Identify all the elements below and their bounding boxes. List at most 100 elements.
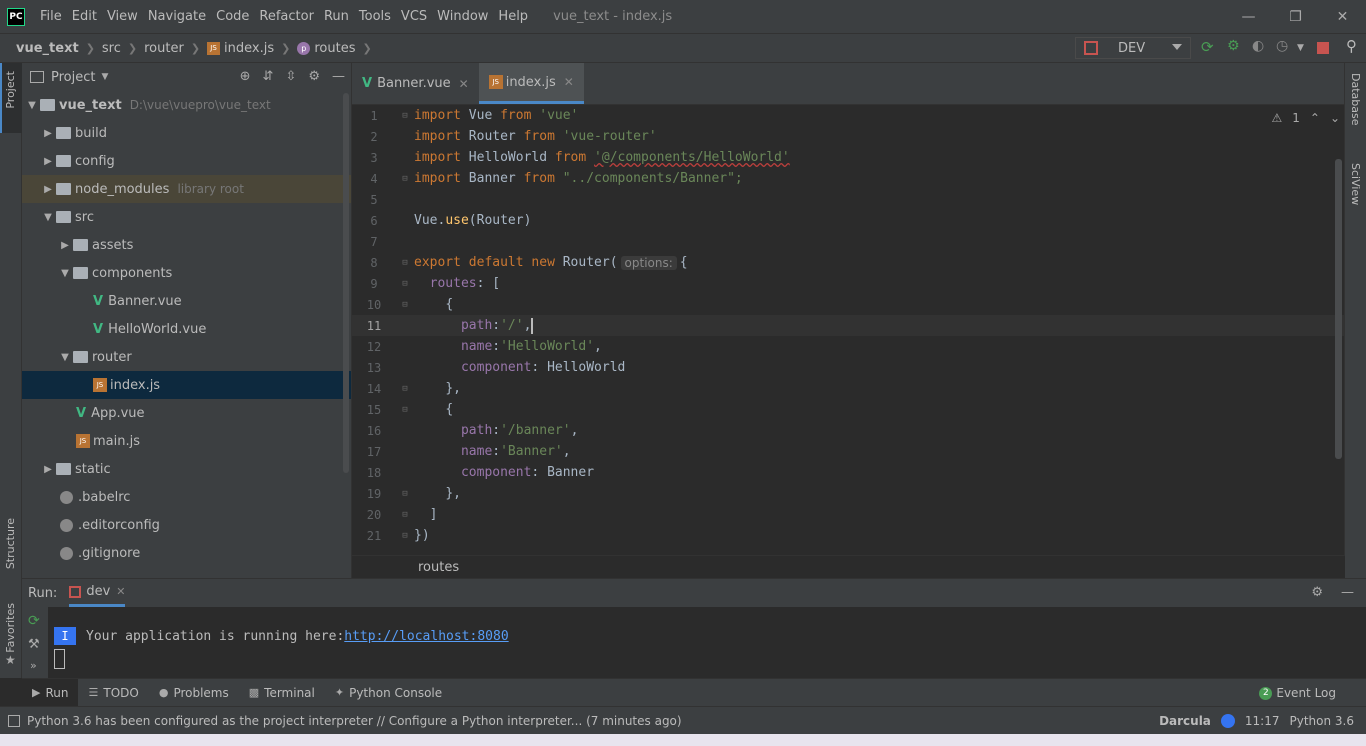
chevron-right-icon[interactable]: ▶ [57, 240, 73, 251]
breadcrumb-project[interactable]: vue_text [16, 41, 79, 56]
inspection-widget[interactable]: ⚠ 1 ⌃ ⌄ [1271, 111, 1340, 125]
code-line: 1 ⊟ import Vue from 'vue' [370, 108, 579, 123]
structure-tool-tab[interactable]: Structure [4, 518, 17, 569]
tree-item-config[interactable]: ▶ config [22, 147, 351, 175]
tree-item-assets[interactable]: ▶ assets [22, 231, 351, 259]
project-view-select[interactable]: Project [51, 70, 95, 85]
menu-help[interactable]: Help [493, 9, 533, 24]
hide-icon[interactable]: — [1341, 585, 1354, 600]
menu-vcs[interactable]: VCS [396, 9, 432, 24]
tree-item-src[interactable]: ▼ src [22, 203, 351, 231]
menu-view[interactable]: View [102, 9, 143, 24]
breadcrumb-routes[interactable]: routes [314, 41, 355, 56]
tab-banner-vue[interactable]: V Banner.vue ✕ [352, 63, 479, 104]
toggle-icon[interactable] [1220, 714, 1235, 728]
debug-icon[interactable]: ⚙ [1227, 38, 1241, 54]
close-icon[interactable]: ✕ [116, 585, 125, 598]
stop-icon[interactable] [1317, 42, 1329, 54]
rerun-icon[interactable]: ⟳ [1201, 38, 1215, 56]
editor-scrollbar[interactable] [1335, 159, 1342, 459]
code-line: 17 name: 'Banner', [366, 444, 571, 459]
console-output[interactable]: I Your application is running here: http… [54, 627, 509, 645]
event-log-button[interactable]: 2 Event Log [1259, 679, 1336, 707]
tree-item-node-modules[interactable]: ▶ node_modules library root [22, 175, 351, 203]
chevron-down-icon[interactable]: ▼ [57, 352, 73, 363]
menu-run[interactable]: Run [319, 9, 354, 24]
close-icon[interactable]: ✕ [459, 77, 469, 91]
expand-all-icon[interactable]: ⇵ [263, 69, 274, 84]
tree-item-static[interactable]: ▶ static [22, 455, 351, 483]
more-icon[interactable]: » [30, 659, 37, 672]
favorites-tool-tab[interactable]: Favorites [4, 603, 17, 653]
chevron-right-icon[interactable]: ▶ [40, 184, 56, 195]
settings-icon[interactable]: ⚙ [1311, 585, 1323, 600]
menu-code[interactable]: Code [211, 9, 254, 24]
close-icon[interactable]: ✕ [1319, 0, 1366, 33]
tree-item-app-vue[interactable]: V App.vue [22, 399, 351, 427]
editor-breadcrumb[interactable]: routes [352, 555, 1345, 578]
chevron-right-icon[interactable]: ▶ [40, 156, 56, 167]
tree-item-gitignore[interactable]: .gitignore [22, 539, 351, 567]
tree-item-babelrc[interactable]: .babelrc [22, 483, 351, 511]
js-file-icon: JS [76, 434, 90, 448]
code-editor[interactable]: 1 ⊟ import Vue from 'vue' 2 import Router f… [352, 105, 1345, 555]
sciview-tool-tab[interactable]: SciView [1349, 163, 1362, 205]
menu-edit[interactable]: Edit [67, 9, 102, 24]
search-icon[interactable]: ⚲ [1346, 37, 1360, 55]
project-tool-tab[interactable]: Project [4, 71, 17, 109]
chevron-down-icon[interactable]: ▼ [1297, 43, 1311, 57]
tree-item-main-js[interactable]: JS main.js [22, 427, 351, 455]
next-highlight-icon[interactable]: ⌄ [1330, 111, 1340, 125]
tool-tab-todo[interactable]: ☰ TODO [78, 679, 148, 707]
tool-tab-problems[interactable]: ● Problems [149, 679, 239, 707]
previous-highlight-icon[interactable]: ⌃ [1310, 111, 1320, 125]
tool-tab-run[interactable]: ▶ Run [22, 678, 79, 707]
tool-tab-terminal[interactable]: ▩ Terminal [239, 679, 325, 707]
run-configuration-select[interactable]: DEV [1075, 37, 1191, 59]
tab-index-js[interactable]: JS index.js ✕ [478, 63, 584, 104]
tree-item-vue-text[interactable]: ▼ vue_text D:\vue\vuepro\vue_text [22, 91, 351, 119]
theme-label[interactable]: Darcula [1159, 714, 1211, 728]
tree-item-index-js[interactable]: JS index.js [22, 371, 351, 399]
chevron-right-icon[interactable]: ▶ [40, 128, 56, 139]
status-message[interactable]: Python 3.6 has been configured as the pr… [27, 714, 682, 728]
breadcrumb-file[interactable]: index.js [224, 41, 274, 56]
settings-icon[interactable]: ⚙ [308, 69, 320, 84]
chevron-right-icon[interactable]: ▶ [40, 464, 56, 475]
tree-item-build[interactable]: ▶ build [22, 119, 351, 147]
minimize-icon[interactable]: — [1225, 0, 1272, 33]
toggle-tool-windows-icon[interactable] [8, 714, 20, 727]
run-label: Run: [28, 585, 58, 601]
run-tab-dev[interactable]: dev ✕ [69, 579, 126, 607]
tree-item-components[interactable]: ▼ components [22, 259, 351, 287]
wrench-icon[interactable]: ⚒ [28, 637, 40, 652]
locate-icon[interactable]: ⊕ [240, 69, 251, 84]
profile-icon[interactable]: ◷ [1276, 38, 1290, 54]
menu-window[interactable]: Window [432, 9, 493, 24]
chevron-down-icon[interactable]: ▼ [24, 100, 40, 111]
collapse-all-icon[interactable]: ⇳ [285, 69, 296, 84]
menu-tools[interactable]: Tools [354, 9, 396, 24]
localhost-link[interactable]: http://localhost:8080 [344, 629, 508, 644]
tool-tab-python-console[interactable]: ✦ Python Console [325, 679, 452, 707]
database-tool-tab[interactable]: Database [1349, 73, 1362, 126]
tree-item-helloworld-vue[interactable]: V HelloWorld.vue [22, 315, 351, 343]
menu-file[interactable]: File [35, 9, 67, 24]
tree-item-editorconfig[interactable]: .editorconfig [22, 511, 351, 539]
tree-item-banner-vue[interactable]: V Banner.vue [22, 287, 351, 315]
interpreter-select[interactable]: Python 3.6 [1290, 714, 1355, 728]
rerun-icon[interactable]: ⟳ [28, 613, 40, 629]
tree-item-router[interactable]: ▼ router [22, 343, 351, 371]
breadcrumb-src[interactable]: src [102, 41, 121, 56]
restore-icon[interactable]: ❐ [1272, 0, 1319, 33]
hide-icon[interactable]: — [332, 69, 345, 84]
coverage-icon[interactable]: ◐ [1252, 38, 1266, 54]
project-scrollbar[interactable] [343, 93, 349, 473]
chevron-down-icon[interactable]: ▼ [57, 268, 73, 279]
breadcrumb-router[interactable]: router [144, 41, 184, 56]
close-icon[interactable]: ✕ [564, 75, 574, 89]
menu-navigate[interactable]: Navigate [143, 9, 211, 24]
chevron-down-icon[interactable]: ▼ [101, 72, 108, 82]
menu-refactor[interactable]: Refactor [254, 9, 319, 24]
chevron-down-icon[interactable]: ▼ [40, 212, 56, 223]
